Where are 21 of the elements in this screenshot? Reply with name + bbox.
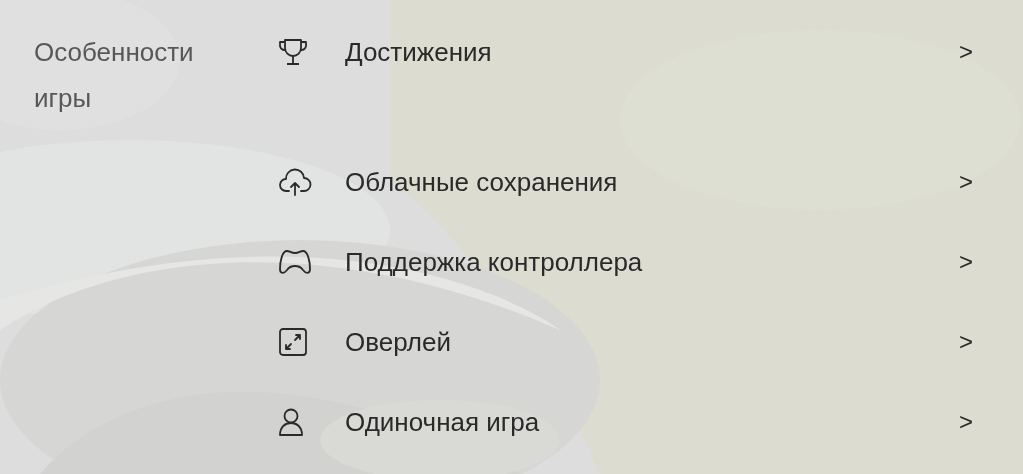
feature-row[interactable]: Облачные сохранения > xyxy=(245,142,985,222)
feature-label: Облачные сохранения xyxy=(345,165,619,199)
trophy-icon xyxy=(278,37,308,67)
cloud-upload-icon xyxy=(278,167,312,197)
feature-label: Оверлей xyxy=(345,325,452,359)
feature-row[interactable]: Достижения > xyxy=(245,12,985,92)
chevron-icon: > xyxy=(959,404,973,440)
feature-label: Поддержка контроллера xyxy=(345,245,644,279)
section-heading: Особенности игры xyxy=(33,36,195,115)
chevron-icon: > xyxy=(959,324,973,360)
feature-row[interactable]: Поддержка контроллера > xyxy=(245,222,985,302)
feature-label: Достижения xyxy=(345,35,493,69)
feature-label: Одиночная игра xyxy=(345,405,541,439)
gamepad-icon xyxy=(278,248,312,276)
person-icon xyxy=(278,407,304,437)
chevron-icon: > xyxy=(959,34,973,70)
feature-row[interactable]: Одиночная игра > xyxy=(245,382,985,462)
chevron-icon: > xyxy=(959,244,973,280)
chevron-icon: > xyxy=(959,164,973,200)
feature-row[interactable]: Оверлей > xyxy=(245,302,985,382)
expand-icon xyxy=(278,327,308,357)
